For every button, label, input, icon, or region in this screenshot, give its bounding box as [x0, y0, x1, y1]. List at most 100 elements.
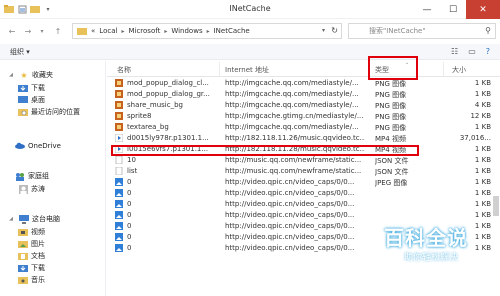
- file-row[interactable]: 0 http://video.qpic.cn/video_caps/0/0... J…: [107, 178, 500, 188]
- image-file-icon: [115, 90, 123, 98]
- file-name: share_music_bg: [127, 101, 183, 109]
- jpeg-file-icon: [115, 189, 123, 197]
- nav-music[interactable]: 音乐: [18, 275, 45, 285]
- breadcrumb-overflow[interactable]: «: [91, 27, 95, 35]
- recent-places-icon: [18, 108, 28, 117]
- file-size: 4 KB: [474, 101, 491, 109]
- column-divider[interactable]: [219, 62, 220, 76]
- breadcrumb-inetcache[interactable]: INetCache: [214, 27, 250, 35]
- file-type: PNG 图像: [375, 102, 407, 110]
- file-row[interactable]: textarea_bg http://imgcache.qq.com/medias…: [107, 123, 500, 133]
- file-url: http://imgcache.gtimg.cn/mediastyle/...: [225, 112, 364, 120]
- chevron-right-icon[interactable]: ▸: [121, 28, 124, 35]
- file-name: 0: [127, 178, 132, 186]
- breadcrumb-microsoft[interactable]: Microsoft: [128, 27, 160, 35]
- breadcrumb-windows[interactable]: Windows: [171, 27, 202, 35]
- chevron-right-icon[interactable]: ▸: [207, 28, 210, 35]
- desktop-icon: [18, 96, 28, 105]
- videos-folder-icon: [18, 228, 28, 237]
- maximize-button[interactable]: ☐: [440, 0, 466, 19]
- documents-folder-icon: [18, 252, 28, 261]
- computer-icon: [19, 214, 29, 224]
- nav-label: 家庭组: [28, 172, 49, 180]
- file-row[interactable]: list http://music.qq.com/newframe/static.…: [107, 167, 500, 177]
- nav-this-pc[interactable]: ◢ 这台电脑: [6, 214, 60, 224]
- file-row[interactable]: mod_popup_dialog_gr... http://imgcache.qq…: [107, 90, 500, 100]
- watermark-title: 百科全说: [384, 226, 468, 250]
- back-arrow-icon[interactable]: ←: [6, 25, 18, 37]
- nav-pictures[interactable]: 图片: [18, 239, 45, 249]
- minimize-button[interactable]: —: [414, 0, 440, 19]
- file-row[interactable]: share_music_bg http://imgcache.qq.com/med…: [107, 101, 500, 111]
- nav-user[interactable]: 苏涛: [18, 184, 45, 194]
- file-size: 12 KB: [470, 112, 491, 120]
- search-icon[interactable]: ⚲: [485, 26, 491, 35]
- nav-recent-places[interactable]: 最近访问的位置: [18, 107, 80, 117]
- file-name: sprite8: [127, 112, 152, 120]
- nav-label: 这台电脑: [32, 215, 60, 223]
- file-url: http://imgcache.qq.com/mediastyle/...: [225, 101, 359, 109]
- organize-menu[interactable]: 组织 ▾: [10, 47, 30, 57]
- change-view-icon[interactable]: ☷: [451, 47, 458, 56]
- nav-videos[interactable]: 视频: [18, 227, 45, 237]
- nav-documents[interactable]: 文档: [18, 251, 45, 261]
- column-size[interactable]: 大小: [452, 65, 466, 75]
- vertical-scrollbar[interactable]: [492, 78, 500, 296]
- file-url: http://video.qpic.cn/video_caps/0/0...: [225, 244, 355, 252]
- address-dropdown-icon[interactable]: ▾: [322, 27, 325, 34]
- file-name: mod_popup_dialog_cl...: [127, 79, 209, 87]
- column-url[interactable]: Internet 地址: [225, 65, 269, 75]
- title-bar: ▾ INetCache — ☐ ✕: [0, 0, 500, 19]
- file-url: http://video.qpic.cn/video_caps/0/0...: [225, 178, 355, 186]
- file-row[interactable]: 10 http://music.qq.com/newframe/static...…: [107, 156, 500, 166]
- nav-downloads[interactable]: 下载: [18, 83, 45, 93]
- jpeg-file-icon: [115, 222, 123, 230]
- file-size: 1 KB: [474, 79, 491, 87]
- collapse-arrow-icon[interactable]: ◢: [6, 71, 16, 80]
- jpeg-file-icon: [115, 211, 123, 219]
- image-file-icon: [115, 79, 123, 87]
- preview-pane-icon[interactable]: ▭: [468, 47, 476, 56]
- address-bar[interactable]: « Local ▸ Microsoft ▸ Windows ▸ INetCach…: [72, 23, 342, 39]
- chevron-right-icon[interactable]: ▸: [164, 28, 167, 35]
- forward-arrow-icon[interactable]: →: [22, 25, 34, 37]
- nav-downloads-pc[interactable]: 下载: [18, 263, 45, 273]
- file-row[interactable]: d0015ly978r.p1301.1... http://182.118.11.…: [107, 134, 500, 144]
- nav-label: 收藏夹: [32, 71, 53, 79]
- file-name: 0: [127, 244, 132, 252]
- close-button[interactable]: ✕: [466, 0, 500, 19]
- up-arrow-icon[interactable]: ↑: [52, 25, 64, 37]
- nav-favorites[interactable]: ◢ ★ 收藏夹: [6, 70, 53, 80]
- column-divider[interactable]: [443, 62, 444, 76]
- nav-homegroup[interactable]: 家庭组: [6, 171, 49, 181]
- breadcrumb-local[interactable]: Local: [99, 27, 117, 35]
- file-size: 1 KB: [474, 90, 491, 98]
- image-file-icon: [115, 101, 123, 109]
- file-row[interactable]: 0 http://video.qpic.cn/video_caps/0/0... 1…: [107, 189, 500, 199]
- nav-desktop[interactable]: 桌面: [18, 95, 45, 105]
- file-type: JSON 文件: [375, 168, 409, 176]
- file-size: 37,016...: [459, 134, 491, 142]
- search-input[interactable]: 搜索"INetCache" ⚲: [348, 23, 496, 39]
- file-row[interactable]: 0 http://video.qpic.cn/video_caps/0/0... 1…: [107, 200, 500, 210]
- watermark-subtitle: 助你轻松解决: [404, 253, 459, 263]
- download-folder-icon: [18, 264, 28, 273]
- refresh-icon[interactable]: ↻: [331, 26, 338, 35]
- help-icon[interactable]: ?: [486, 47, 490, 56]
- file-type: PNG 图像: [375, 80, 407, 88]
- file-row[interactable]: mod_popup_dialog_cl... http://imgcache.qq…: [107, 79, 500, 89]
- file-url: http://imgcache.qq.com/mediastyle/...: [225, 79, 359, 87]
- file-url: http://music.qq.com/newframe/static...: [225, 167, 362, 175]
- file-url: http://video.qpic.cn/video_caps/0/0...: [225, 200, 355, 208]
- collapse-arrow-icon[interactable]: ◢: [6, 215, 16, 224]
- file-name: 0: [127, 200, 132, 208]
- nav-onedrive[interactable]: OneDrive: [6, 141, 61, 150]
- file-name: textarea_bg: [127, 123, 169, 131]
- scrollbar-thumb[interactable]: [493, 196, 499, 216]
- download-folder-icon: [18, 84, 28, 93]
- column-name[interactable]: 名称: [117, 65, 131, 75]
- recent-dropdown-icon[interactable]: ▾: [36, 25, 48, 37]
- file-row[interactable]: sprite8 http://imgcache.gtimg.cn/mediasty…: [107, 112, 500, 122]
- file-name: 10: [127, 156, 136, 164]
- command-bar: 组织 ▾ ☷ ▭ ?: [0, 44, 500, 60]
